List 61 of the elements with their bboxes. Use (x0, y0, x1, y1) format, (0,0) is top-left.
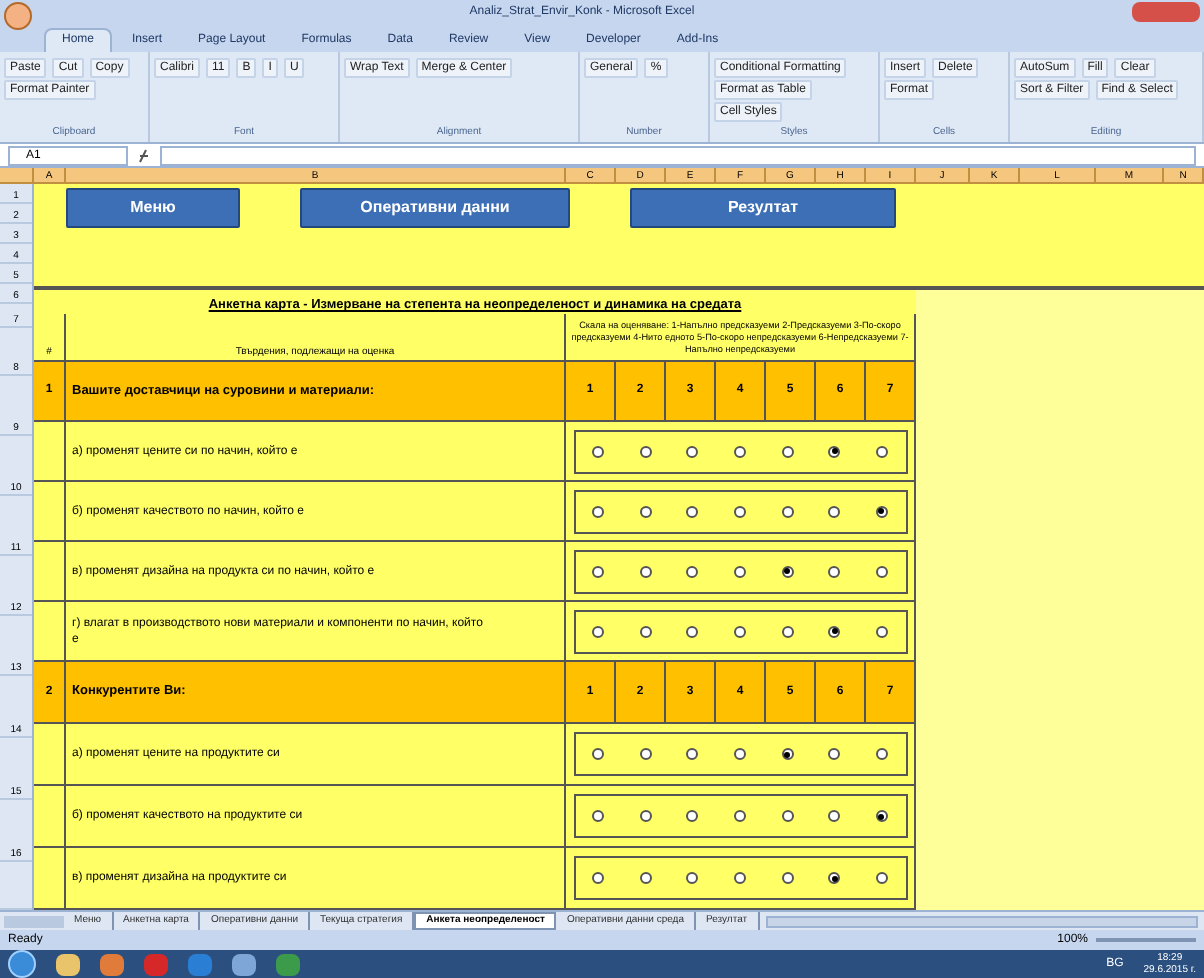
radio-button[interactable] (781, 625, 794, 637)
radio-button[interactable] (781, 810, 794, 822)
radio-button[interactable] (686, 810, 699, 822)
radio-button[interactable] (828, 748, 841, 760)
radio-button[interactable] (781, 748, 794, 760)
taskbar-app-icon[interactable] (232, 953, 256, 975)
nav-button[interactable]: Оперативни данни (300, 188, 570, 228)
radio-button[interactable] (828, 445, 841, 457)
radio-button[interactable] (592, 748, 605, 760)
radio-button[interactable] (592, 810, 605, 822)
radio-button[interactable] (686, 872, 699, 884)
radio-button[interactable] (639, 505, 652, 517)
radio-button[interactable] (875, 748, 888, 760)
radio-button[interactable] (875, 445, 888, 457)
radio-button[interactable] (686, 748, 699, 760)
insert-function-icon[interactable] (136, 147, 152, 163)
radio-button[interactable] (686, 445, 699, 457)
nav-button[interactable]: Меню (66, 188, 240, 228)
radio-button[interactable] (733, 810, 746, 822)
radio-button[interactable] (828, 872, 841, 884)
radio-button[interactable] (639, 872, 652, 884)
radio-button[interactable] (875, 505, 888, 517)
radio-button[interactable] (875, 872, 888, 884)
radio-button[interactable] (781, 445, 794, 457)
radio-button[interactable] (781, 565, 794, 577)
radio-button[interactable] (639, 625, 652, 637)
radio-button[interactable] (733, 625, 746, 637)
taskbar-app-icon[interactable] (56, 953, 80, 975)
radio-button[interactable] (592, 565, 605, 577)
office-button[interactable] (4, 2, 32, 30)
radio-button[interactable] (733, 872, 746, 884)
radio-button[interactable] (592, 445, 605, 457)
radio-button[interactable] (639, 810, 652, 822)
radio-button[interactable] (875, 565, 888, 577)
formula-field[interactable] (160, 145, 1196, 165)
radio-button[interactable] (686, 625, 699, 637)
radio-button[interactable] (639, 748, 652, 760)
radio-button[interactable] (828, 625, 841, 637)
taskbar-app-icon[interactable] (100, 953, 124, 975)
horizontal-scrollbar[interactable] (765, 915, 1198, 927)
radio-button[interactable] (828, 565, 841, 577)
window-controls[interactable] (1132, 2, 1200, 22)
nav-button[interactable]: Резултат (630, 188, 896, 228)
radio-button[interactable] (733, 505, 746, 517)
radio-button[interactable] (592, 505, 605, 517)
radio-button[interactable] (592, 872, 605, 884)
radio-button[interactable] (686, 565, 699, 577)
radio-button[interactable] (781, 505, 794, 517)
radio-button[interactable] (639, 565, 652, 577)
radio-button[interactable] (733, 445, 746, 457)
radio-button[interactable] (686, 505, 699, 517)
start-button[interactable] (8, 950, 36, 978)
radio-button[interactable] (639, 445, 652, 457)
radio-button[interactable] (828, 505, 841, 517)
radio-button[interactable] (592, 625, 605, 637)
radio-button[interactable] (781, 872, 794, 884)
radio-button[interactable] (875, 810, 888, 822)
radio-button[interactable] (875, 625, 888, 637)
radio-button[interactable] (733, 748, 746, 760)
radio-button[interactable] (733, 565, 746, 577)
radio-button[interactable] (828, 810, 841, 822)
